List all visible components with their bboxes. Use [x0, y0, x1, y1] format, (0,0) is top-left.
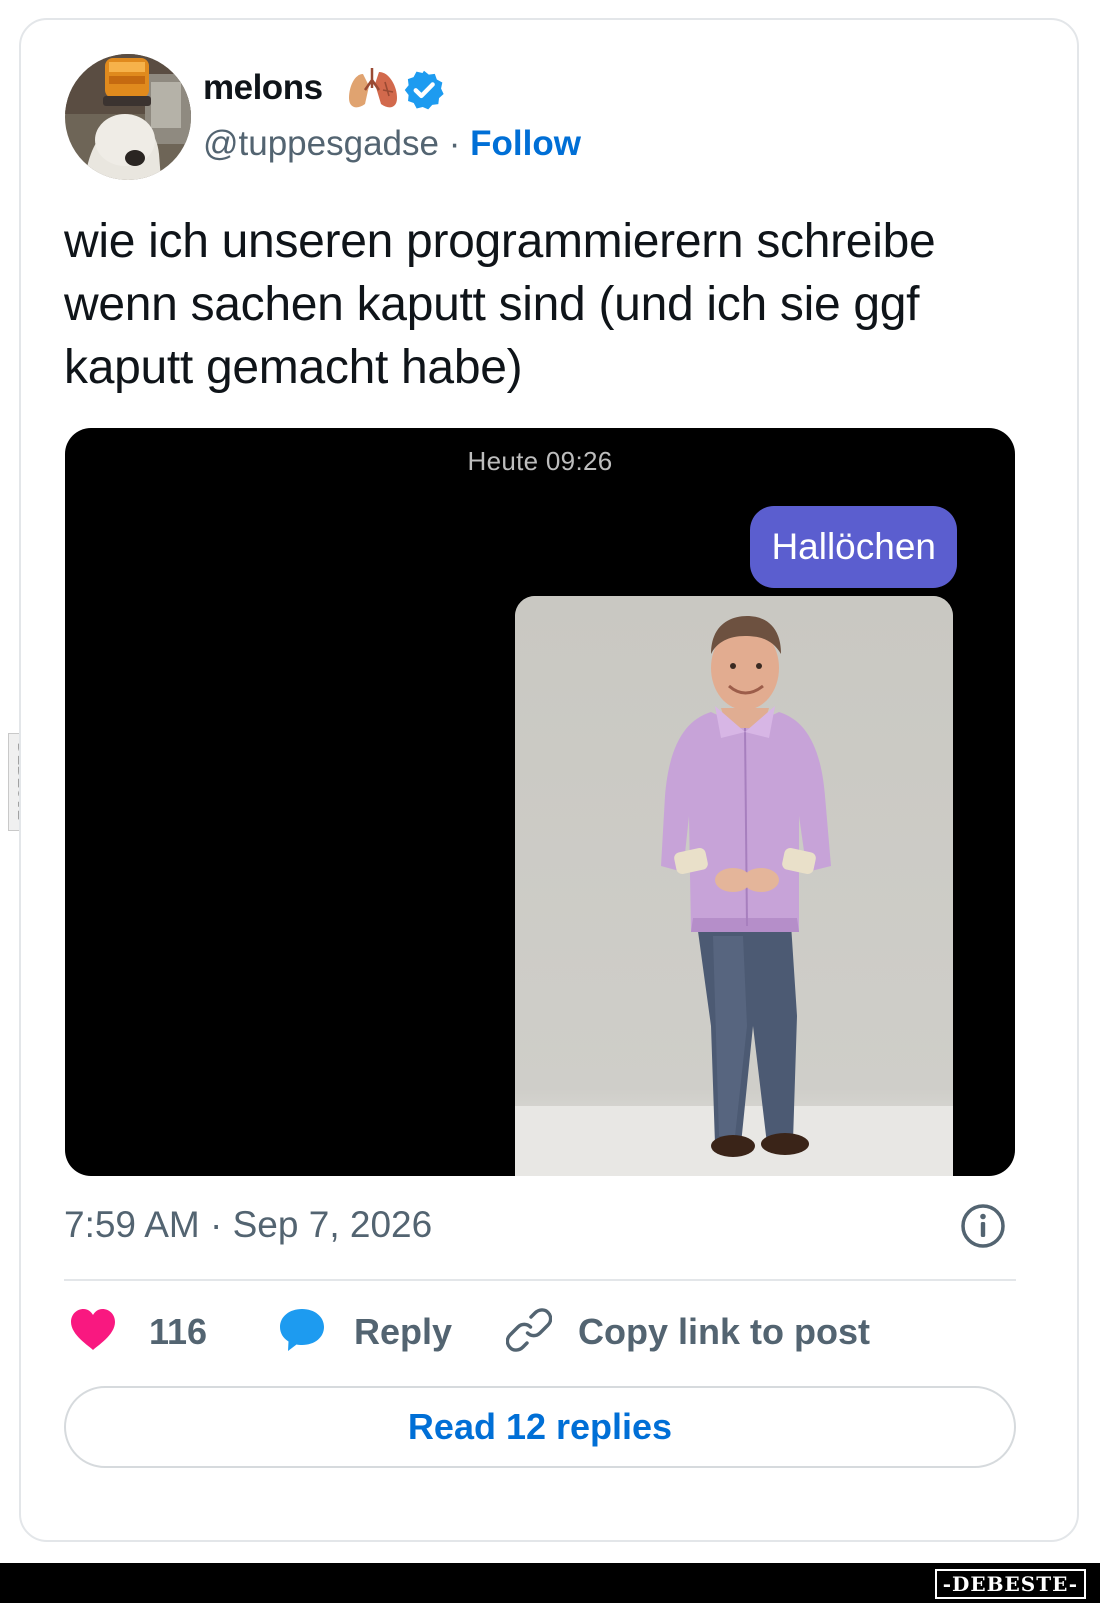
page: DEBESTE melons: [0, 0, 1100, 1603]
tweet-text: wie ich unseren programmierern schreibe …: [64, 215, 936, 394]
display-name[interactable]: melons: [203, 68, 323, 108]
bottom-bar: -DEBESTE-: [0, 1563, 1100, 1603]
copy-link-button[interactable]: Copy link to post: [505, 1305, 870, 1359]
message-bubble: Hallöchen: [750, 506, 957, 588]
follow-button[interactable]: Follow: [470, 124, 581, 163]
lungs-emoji-icon: [345, 66, 401, 114]
avatar[interactable]: [65, 54, 191, 180]
tweet-media[interactable]: Heute 09:26 Hallöchen: [65, 428, 1015, 1176]
handle[interactable]: @tuppesgadse: [203, 124, 439, 163]
like-button[interactable]: 116: [69, 1305, 207, 1359]
info-icon[interactable]: [959, 1202, 1007, 1250]
link-icon: [505, 1307, 553, 1358]
chat-timestamp: Heute 09:26: [467, 446, 613, 476]
like-count: 116: [149, 1311, 208, 1352]
verified-badge-icon: [402, 68, 446, 112]
tweet-card: melons @tuppesgadse · Follow wie ich uns…: [19, 18, 1079, 1542]
person-standing-photo: [515, 596, 953, 1176]
divider: [64, 1279, 1016, 1281]
reply-label: Reply: [354, 1311, 453, 1352]
read-replies-button[interactable]: Read 12 replies: [64, 1386, 1016, 1468]
reply-button[interactable]: Reply: [278, 1305, 452, 1359]
heart-icon: [69, 1308, 117, 1357]
copy-link-label: Copy link to post: [578, 1311, 870, 1352]
handle-row: @tuppesgadse · Follow: [203, 124, 581, 164]
tweet-timestamp[interactable]: 7:59 AM · Sep 7, 2026: [64, 1204, 432, 1246]
separator: ·: [448, 124, 461, 163]
brand-logo: -DEBESTE-: [934, 1569, 1086, 1599]
reply-bubble-icon: [278, 1307, 326, 1358]
